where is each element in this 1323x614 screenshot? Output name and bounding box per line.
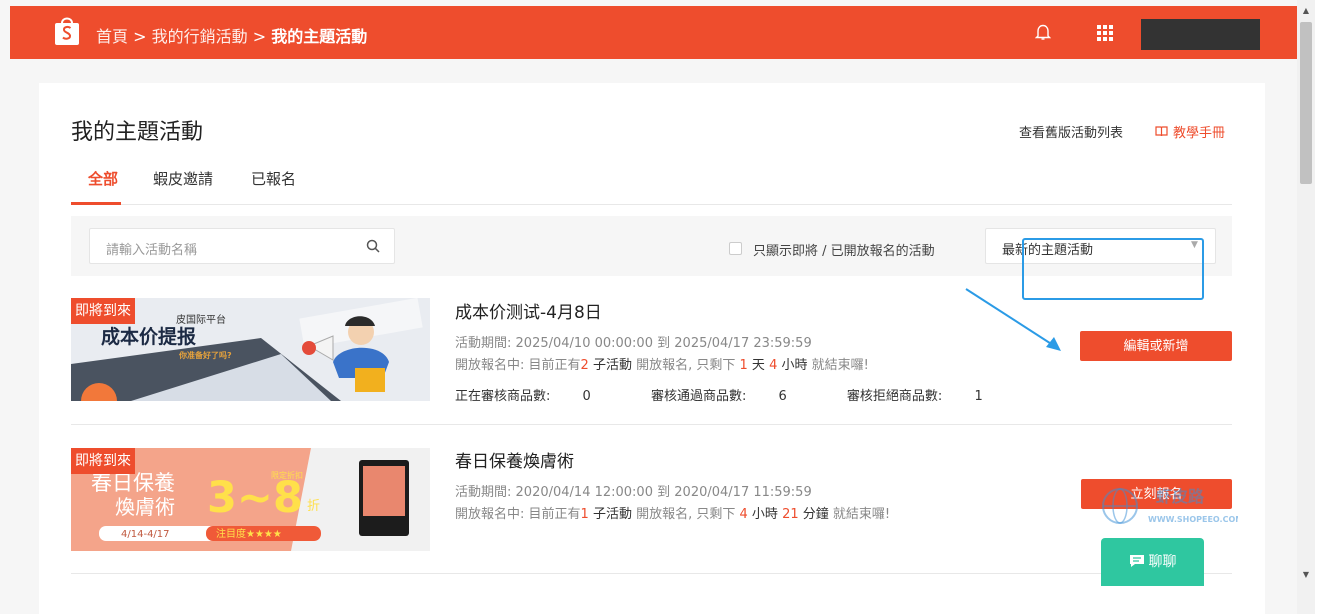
period-label: 活動期間: (455, 485, 512, 500)
scroll-down-arrow-icon[interactable]: ▼ (1297, 570, 1315, 582)
campaign-status: 開放報名中: 目前正有1 子活動 開放報名, 只剩下 4 小時 21 分鐘 就結… (455, 503, 890, 522)
status-suffix: 就結束囉! (832, 507, 891, 522)
campaign-period: 活動期間: 2025/04/10 00:00:00 到 2025/04/17 2… (455, 332, 812, 351)
campaign-status: 開放報名中: 目前正有2 子活動 開放報名, 只剩下 1 天 4 小時 就結束囉… (455, 354, 869, 373)
period-to: 到 (657, 485, 671, 500)
top-bar: 首頁 > 我的行銷活動 > 我的主題活動 (10, 6, 1297, 59)
campaign-banner[interactable]: 春日保養 煥膚術 3~8 折 限定折扣 4/14-4/17 注目度★★★★ 即將… (71, 448, 430, 551)
upcoming-ribbon: 即將到來 (71, 298, 135, 324)
vertical-scrollbar[interactable]: ▲ ▼ (1297, 0, 1315, 614)
stat-value: 1 (974, 389, 983, 404)
remain-hours: 4 (739, 507, 748, 522)
remain-hours: 4 (769, 358, 778, 373)
breadcrumb-marketing[interactable]: 我的行銷活動 (152, 27, 248, 46)
stat-approved: 審核通過商品數: 6 (651, 389, 815, 404)
tab-registered[interactable]: 已報名 (251, 168, 296, 189)
status-prefix: 開放報名中: 目前正有 (455, 507, 581, 522)
search-input[interactable]: 請輸入活動名稱 (89, 228, 395, 264)
stat-pending: 正在審核商品數: 0 (455, 389, 619, 404)
watermark-url: WWW.SHOPEEO.COM (1148, 515, 1238, 524)
manual-link-label: 教學手冊 (1173, 126, 1226, 141)
search-placeholder: 請輸入活動名稱 (106, 243, 198, 258)
unit-hours: 小時 (781, 358, 808, 373)
sub-label: 子活動 (592, 507, 632, 522)
window-edge (1315, 0, 1323, 614)
unit-minutes: 分鐘 (802, 507, 829, 522)
remain-days: 1 (739, 358, 748, 373)
banner-tag-text: 注目度★★★★ (216, 527, 282, 540)
banner-date-text: 4/14-4/17 (121, 529, 170, 540)
campaign-stats: 正在審核商品數: 0 審核通過商品數: 6 審核拒絕商品數: 1 (455, 385, 1039, 404)
annotation-highlight-box (1022, 238, 1204, 300)
campaign-period: 活動期間: 2020/04/14 12:00:00 到 2020/04/17 1… (455, 481, 812, 500)
unit-days: 天 (751, 358, 765, 373)
chat-button[interactable]: 聊聊 (1101, 538, 1204, 586)
old-list-link[interactable]: 查看舊版活動列表 (1019, 122, 1123, 141)
edit-or-add-button[interactable]: 編輯或新增 (1080, 331, 1232, 361)
status-suffix: 就結束囉! (811, 358, 869, 373)
banner-discount-text: 3~8 (207, 473, 303, 523)
campaign-title[interactable]: 春日保養煥膚術 (455, 447, 574, 472)
campaign-title[interactable]: 成本价测试-4月8日 (455, 298, 602, 323)
period-end: 2025/04/17 23:59:59 (674, 336, 812, 351)
banner-headline-text: 成本价提报 (101, 325, 196, 348)
sub-count: 2 (580, 358, 589, 373)
upcoming-only-checkbox[interactable] (729, 242, 742, 255)
main-card: 我的主題活動 查看舊版活動列表 教學手冊 全部 蝦皮邀請 已報名 請輸入活動名稱… (39, 83, 1265, 614)
status-mid: 開放報名, 只剩下 (636, 358, 736, 373)
upcoming-only-label[interactable]: 只顯示即將 / 已開放報名的活動 (753, 240, 935, 259)
watermark-logo-icon: 虾皮路 WWW.SHOPEEO.COM (1102, 487, 1238, 524)
chat-bubble-icon (1129, 555, 1144, 567)
apps-grid-icon[interactable] (1096, 24, 1114, 42)
banner-line2-text: 煥膚術 (115, 495, 175, 519)
search-icon[interactable] (366, 239, 380, 253)
scroll-up-arrow-icon[interactable]: ▲ (1297, 6, 1315, 18)
banner-sub-text: 你准备好了吗? (178, 350, 232, 360)
breadcrumb-separator: > (252, 27, 267, 46)
banner-badge-text: 限定折扣 (271, 470, 303, 480)
page-title: 我的主題活動 (71, 120, 204, 145)
manual-link[interactable]: 教學手冊 (1155, 122, 1225, 141)
period-to: 到 (657, 336, 671, 351)
book-icon (1155, 126, 1168, 137)
campaign-banner[interactable]: 皮国际平台 成本价提报 你准备好了吗? 即將到來 (71, 298, 430, 401)
bell-icon[interactable] (1035, 23, 1051, 41)
stat-label: 正在審核商品數: (455, 389, 551, 404)
scroll-thumb[interactable] (1300, 22, 1312, 184)
remain-minutes: 21 (782, 507, 799, 522)
breadcrumb-current: 我的主題活動 (271, 27, 368, 46)
breadcrumb-separator: > (133, 27, 147, 46)
banner-discount-unit: 折 (307, 499, 320, 514)
account-menu[interactable] (1141, 19, 1260, 50)
breadcrumb-home[interactable]: 首頁 (96, 27, 128, 46)
period-label: 活動期間: (455, 336, 512, 351)
breadcrumb: 首頁 > 我的行銷活動 > 我的主題活動 (96, 23, 367, 47)
banner-platform-text: 皮国际平台 (176, 313, 226, 326)
stat-value: 6 (778, 389, 787, 404)
sub-count: 1 (580, 507, 589, 522)
chat-label: 聊聊 (1148, 554, 1177, 570)
watermark-text: 虾皮路 (1156, 487, 1205, 506)
period-start: 2025/04/10 00:00:00 (515, 336, 653, 351)
sub-label: 子活動 (592, 358, 632, 373)
period-end: 2020/04/17 11:59:59 (674, 485, 812, 500)
tab-bar: 全部 蝦皮邀請 已報名 (71, 165, 1232, 205)
shopee-bag-icon[interactable] (53, 14, 81, 46)
upcoming-ribbon: 即將到來 (71, 448, 135, 474)
stat-label: 審核通過商品數: (650, 389, 747, 404)
banner-line1-text: 春日保養 (91, 471, 175, 495)
stat-rejected: 審核拒絕商品數: 1 (847, 389, 1011, 404)
tab-shopee-invitation[interactable]: 蝦皮邀請 (153, 168, 213, 189)
tab-all[interactable]: 全部 (88, 168, 118, 189)
unit-hours: 小時 (751, 507, 778, 522)
campaign-row: 春日保養 煥膚術 3~8 折 限定折扣 4/14-4/17 注目度★★★★ 即將… (71, 425, 1232, 574)
status-mid: 開放報名, 只剩下 (636, 507, 736, 522)
period-start: 2020/04/14 12:00:00 (515, 485, 653, 500)
status-prefix: 開放報名中: 目前正有 (455, 358, 581, 373)
active-tab-indicator (71, 202, 121, 205)
stat-label: 審核拒絕商品數: (846, 389, 943, 404)
stat-value: 0 (582, 389, 591, 404)
